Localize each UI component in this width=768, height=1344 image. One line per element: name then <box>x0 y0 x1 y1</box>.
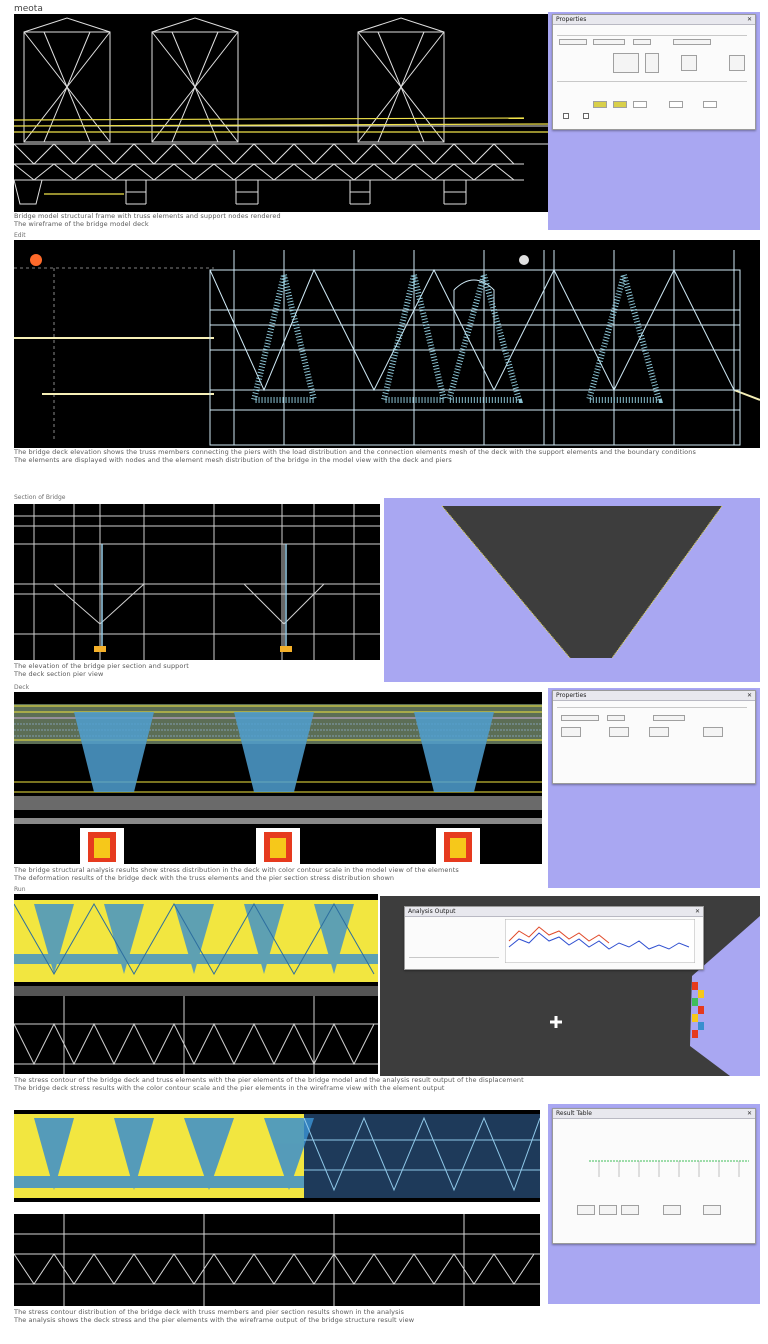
panel5-viewport[interactable] <box>14 894 378 1074</box>
panel4-viewport[interactable] <box>14 692 542 864</box>
panel6-caption-1: The stress contour distribution of the b… <box>14 1308 404 1316</box>
panel3-caption-2: The deck section pier view <box>14 670 104 678</box>
panel5-caption-1: The stress contour of the bridge deck an… <box>14 1076 524 1084</box>
dialog1-preview <box>645 53 659 73</box>
dialog2-field <box>649 727 669 737</box>
table-cell <box>703 1205 721 1215</box>
result-table-dialog[interactable]: Result Table ✕ <box>552 1108 756 1244</box>
panel3-label: Section of Bridge <box>14 494 66 501</box>
dialog2-field <box>609 727 629 737</box>
table-cell <box>621 1205 639 1215</box>
dialog1-titlebar: Properties ✕ <box>553 15 755 25</box>
panel4-caption-2: The deformation results of the bridge de… <box>14 874 395 882</box>
close-icon[interactable]: ✕ <box>747 15 752 24</box>
dialog2-field <box>653 715 685 721</box>
result-table-plot <box>589 1160 749 1177</box>
dialog1-title: Properties <box>556 16 587 23</box>
truss-mesh-elevation <box>14 250 760 446</box>
panel5-caption-2: The bridge deck stress results with the … <box>14 1084 445 1092</box>
dialog3-title: Analysis Output <box>408 908 456 915</box>
output-plot <box>505 919 695 963</box>
panel2-viewport[interactable] <box>14 240 760 448</box>
dialog1-preview <box>613 53 639 73</box>
panel4-caption-1: The bridge structural analysis results s… <box>14 866 459 874</box>
table-cell <box>577 1205 595 1215</box>
panel5-label: Run <box>14 886 26 893</box>
dialog1-checkbox[interactable] <box>563 113 569 119</box>
dialog1-checkbox[interactable] <box>583 113 589 119</box>
dialog1-swatch <box>593 101 607 108</box>
panel1-caption-1: Bridge model structural frame with truss… <box>14 212 281 220</box>
panel3-caption-1: The elevation of the bridge pier section… <box>14 662 189 670</box>
dialog4-title: Result Table <box>556 1110 592 1117</box>
properties-dialog-1[interactable]: Properties ✕ <box>552 14 756 130</box>
panel6-top-viewport[interactable] <box>14 1110 540 1202</box>
panel2-label: Edit <box>14 232 26 239</box>
panel1-caption-2: The wireframe of the bridge model deck <box>14 220 149 228</box>
panel6-bottom-viewport[interactable] <box>14 1214 540 1306</box>
close-icon[interactable]: ✕ <box>747 691 752 700</box>
dialog1-field <box>593 39 625 45</box>
close-icon[interactable]: ✕ <box>695 907 700 916</box>
dialog3-titlebar: Analysis Output ✕ <box>405 907 703 917</box>
panel3-viewport[interactable] <box>14 504 380 660</box>
dialog1-field <box>559 39 587 45</box>
panel1-viewport[interactable] <box>14 14 548 212</box>
stress-contour-strip <box>14 1114 540 1198</box>
dialog2-field <box>607 715 625 721</box>
dialog2-field <box>561 727 581 737</box>
dialog2-title: Properties <box>556 692 587 699</box>
stress-deck-view <box>14 704 542 864</box>
panel6-caption-2: The analysis shows the deck stress and t… <box>14 1316 415 1324</box>
dialog1-swatch <box>703 101 717 108</box>
dialog1-preview <box>681 55 697 71</box>
dialog1-field <box>673 39 711 45</box>
panel2-caption-1: The bridge deck elevation shows the trus… <box>14 448 696 456</box>
dialog1-swatch <box>633 101 647 108</box>
analysis-output-dialog[interactable]: Analysis Output ✕ <box>404 906 704 970</box>
dialog1-swatch <box>669 101 683 108</box>
page-title: meota <box>14 4 43 14</box>
panel2-caption-2: The elements are displayed with nodes an… <box>14 456 452 464</box>
pier-section-wireframe <box>14 504 380 660</box>
truss-wireframe-bottom <box>14 1214 540 1306</box>
table-cell <box>599 1205 617 1215</box>
panel4-label: Deck <box>14 684 30 691</box>
properties-dialog-2[interactable]: Properties ✕ <box>552 690 756 784</box>
close-icon[interactable]: ✕ <box>747 1109 752 1118</box>
dialog2-field <box>703 727 723 737</box>
dialog1-preview <box>729 55 745 71</box>
stress-contour-view <box>14 900 378 1074</box>
truss-wireframe-top <box>14 17 548 205</box>
dialog4-titlebar: Result Table ✕ <box>553 1109 755 1119</box>
panel3-side-area <box>384 498 760 682</box>
dialog1-swatch <box>613 101 627 108</box>
section-triangle-canvas <box>441 505 723 659</box>
table-cell <box>663 1205 681 1215</box>
dialog2-titlebar: Properties ✕ <box>553 691 755 701</box>
dialog2-field <box>561 715 599 721</box>
dialog1-field <box>633 39 651 45</box>
